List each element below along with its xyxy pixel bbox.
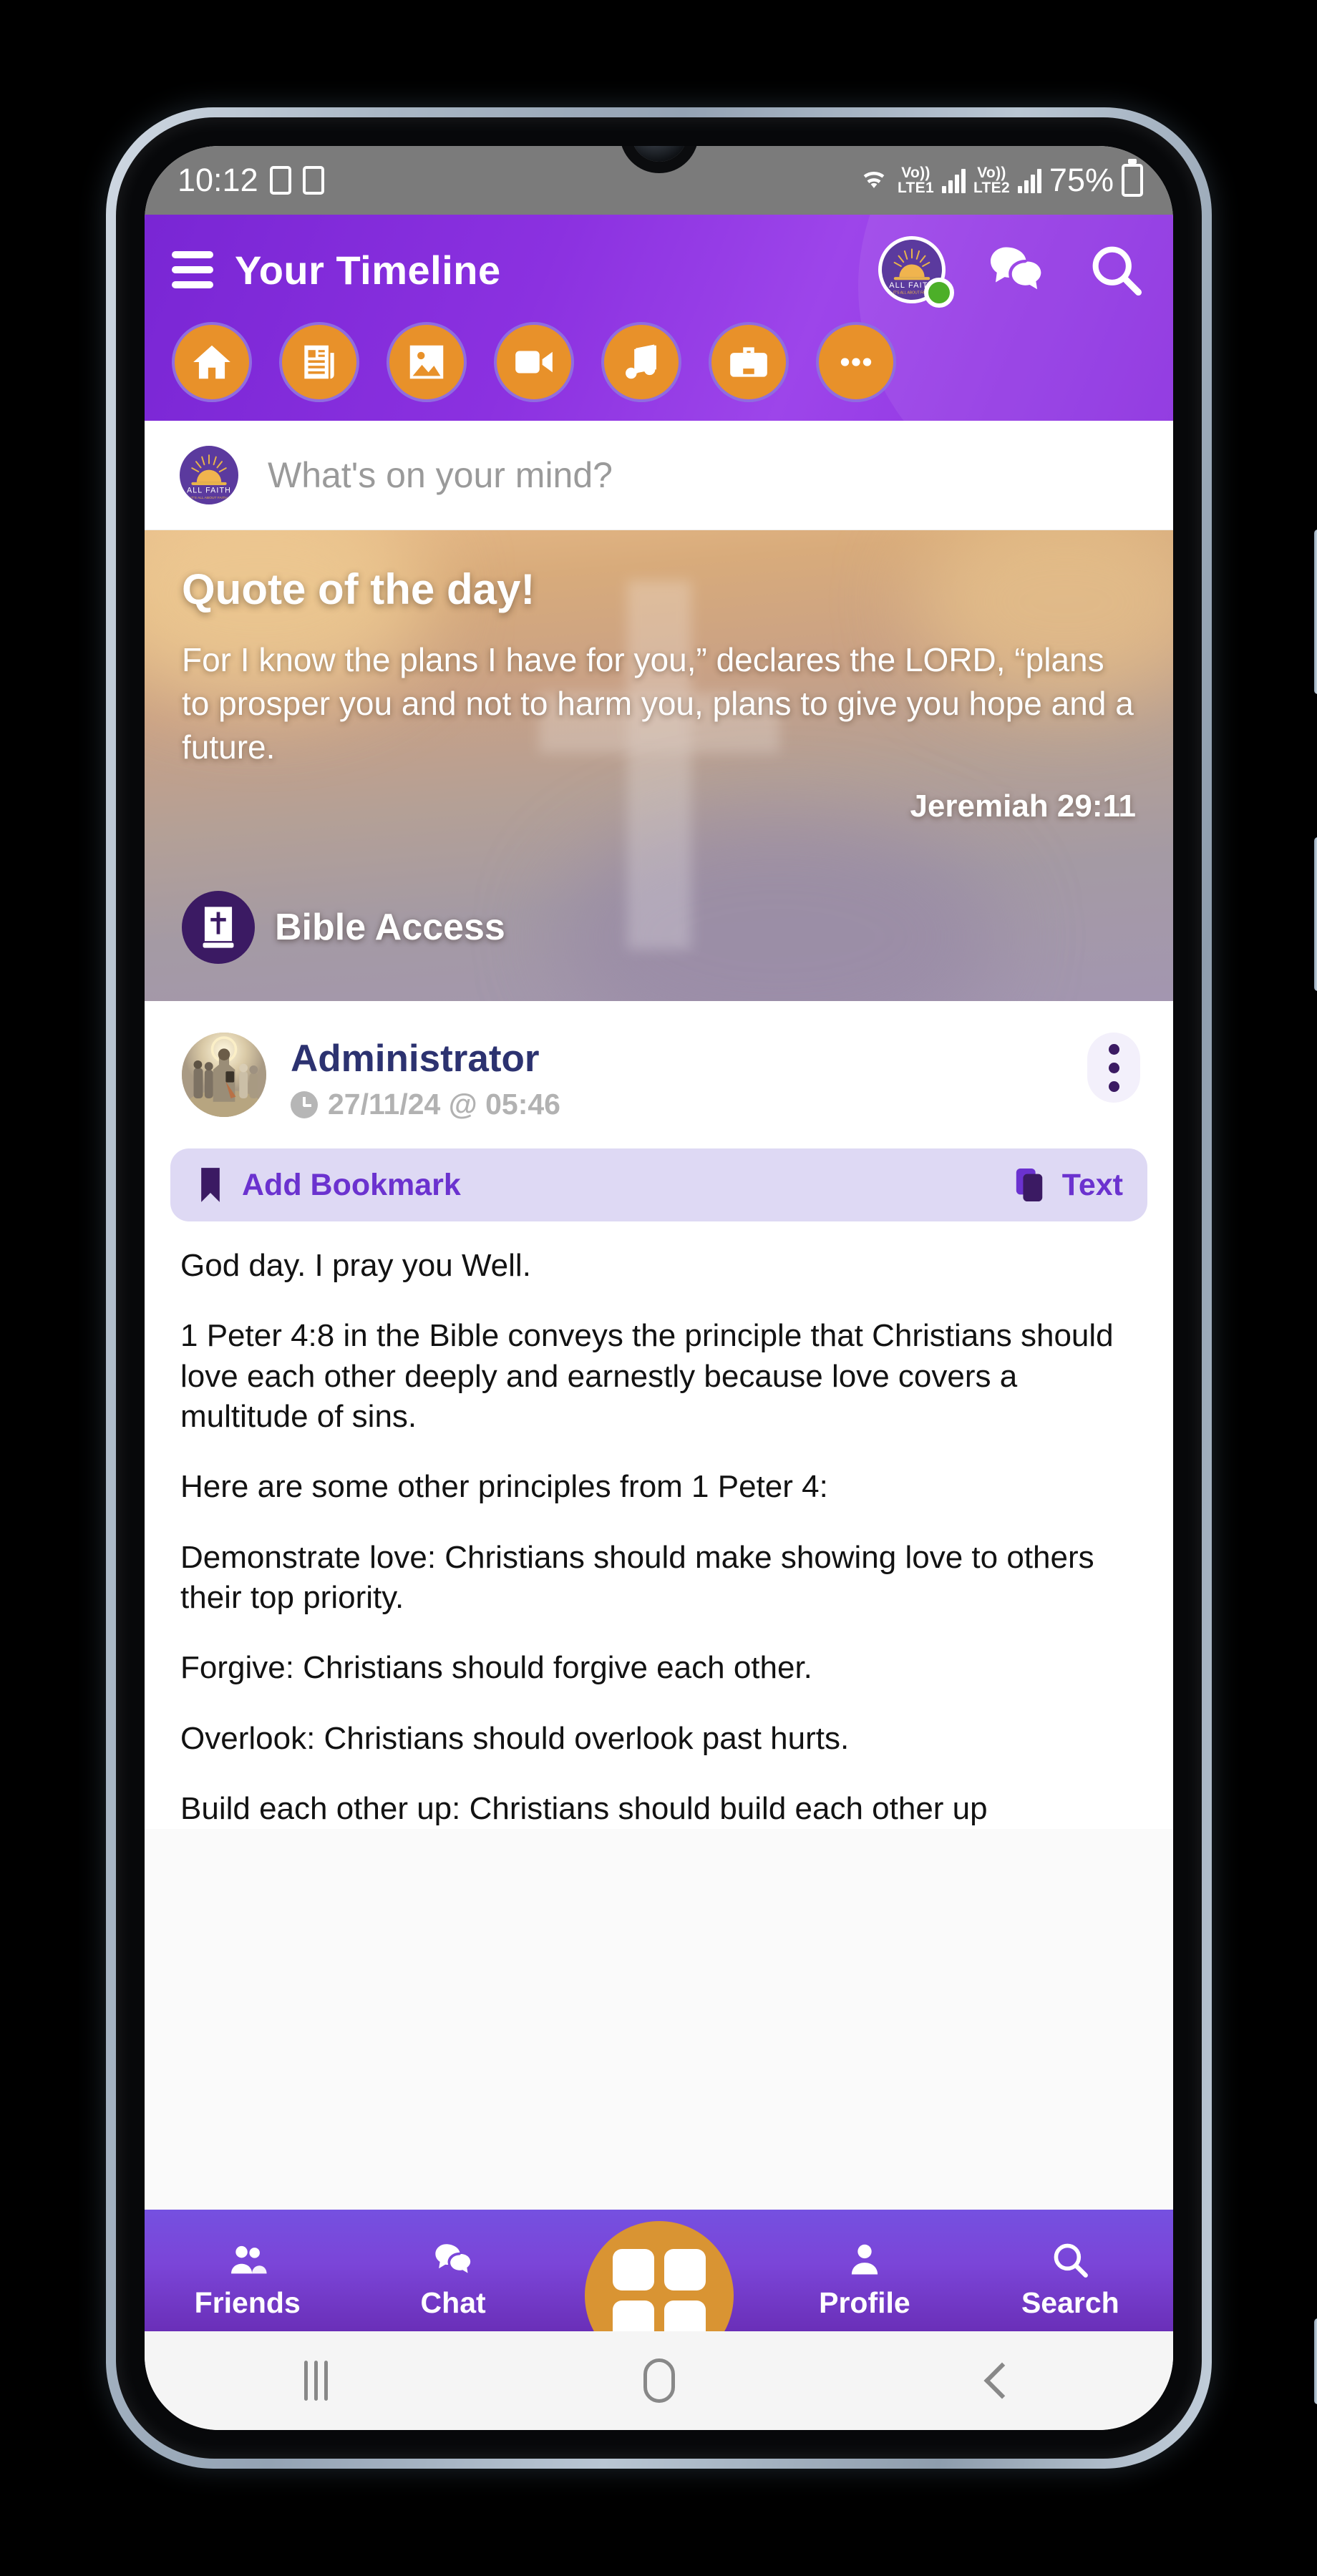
bookmark-icon xyxy=(201,1168,220,1202)
sim1-network-label: Vo)) LTE1 xyxy=(897,164,934,196)
phone-bezel: 10:12 Vo)) LTE1 Vo)) LTE2 75% Your Timel… xyxy=(116,117,1202,2459)
search-icon[interactable] xyxy=(1086,240,1146,300)
android-home-button[interactable] xyxy=(595,2331,724,2430)
post-meta: Administrator 27/11/24 @ 05:46 xyxy=(291,1033,560,1121)
chat-bubble-icon xyxy=(435,2244,471,2273)
post-body: God day. I pray you Well. 1 Peter 4:8 in… xyxy=(145,1221,1173,1829)
nav-label-search: Search xyxy=(1021,2286,1119,2319)
home-icon xyxy=(643,2358,675,2403)
shortcut-icon-row xyxy=(172,312,1146,421)
text-label: Text xyxy=(1061,1167,1123,1202)
add-bookmark-button[interactable]: Add Bookmark xyxy=(195,1166,461,1204)
shortcut-music-icon[interactable] xyxy=(601,322,681,402)
friends-icon xyxy=(230,2245,267,2274)
nav-item-profile[interactable]: Profile xyxy=(762,2239,967,2331)
shortcut-jobs-icon[interactable] xyxy=(709,322,789,402)
sim1-lte-label: LTE1 xyxy=(897,180,934,196)
post-paragraph: God day. I pray you Well. xyxy=(180,1248,531,1283)
status-bar-left: 10:12 xyxy=(178,162,324,199)
side-button[interactable] xyxy=(1314,2318,1317,2404)
sim1-volte-label: Vo)) xyxy=(901,164,930,181)
app-header: Your Timeline ALL FAITH IT'S ALL ABOUT F… xyxy=(145,215,1173,421)
header-top-row: Your Timeline ALL FAITH IT'S ALL ABOUT F… xyxy=(172,228,1146,312)
wifi-icon xyxy=(863,171,885,188)
sim-card-icon xyxy=(269,166,291,195)
android-back-button[interactable] xyxy=(938,2331,1066,2430)
copy-icon xyxy=(1016,1169,1043,1201)
quote-content: Quote of the day! For I know the plans I… xyxy=(145,530,1173,824)
composer-input[interactable]: What's on your mind? xyxy=(268,454,613,496)
online-status-badge xyxy=(924,278,954,308)
battery-percent: 75% xyxy=(1049,162,1114,198)
power-button[interactable] xyxy=(1314,837,1317,991)
add-bookmark-label: Add Bookmark xyxy=(242,1167,461,1202)
post-paragraph: Overlook: Christians should overlook pas… xyxy=(180,1720,850,1756)
copy-text-button[interactable]: Text xyxy=(1014,1167,1123,1203)
post-timestamp: 27/11/24 @ 05:46 xyxy=(328,1088,560,1121)
sim2-volte-label: Vo)) xyxy=(977,164,1006,181)
chat-bubble-icon[interactable] xyxy=(986,240,1046,300)
post-composer[interactable]: ALL FAITH IT'S ALL ABOUT FAITH What's on… xyxy=(145,421,1173,530)
post-paragraph: 1 Peter 4:8 in the Bible conveys the pri… xyxy=(180,1318,1114,1434)
post-author-name[interactable]: Administrator xyxy=(291,1037,560,1080)
post-paragraph: Build each other up: Christians should b… xyxy=(180,1790,988,1826)
post-action-bar: Add Bookmark Text xyxy=(170,1148,1147,1221)
composer-avatar: ALL FAITH IT'S ALL ABOUT FAITH xyxy=(176,442,242,508)
sim2-network-label: Vo)) LTE2 xyxy=(973,164,1010,196)
quote-of-the-day-card[interactable]: Quote of the day! For I know the plans I… xyxy=(145,530,1173,1001)
hamburger-menu-icon[interactable] xyxy=(172,251,213,288)
nav-item-search[interactable]: Search xyxy=(968,2239,1173,2331)
signal-sim1-icon xyxy=(941,167,966,193)
clock-icon xyxy=(291,1091,318,1118)
quote-text: For I know the plans I have for you,” de… xyxy=(182,641,1134,766)
grid-icon xyxy=(612,2249,706,2342)
status-bar-right: Vo)) LTE1 Vo)) LTE2 75% xyxy=(858,162,1143,199)
battery-icon xyxy=(1122,164,1143,197)
svg-text:ALL FAITH: ALL FAITH xyxy=(187,487,231,495)
header-avatar[interactable]: ALL FAITH IT'S ALL ABOUT FAITH xyxy=(878,236,954,308)
nav-label-friends: Friends xyxy=(194,2286,301,2319)
shortcut-more-icon[interactable] xyxy=(816,322,896,402)
bible-access-button[interactable]: Bible Access xyxy=(182,891,505,964)
android-recents-button[interactable] xyxy=(252,2331,381,2430)
dual-sim-icon xyxy=(302,166,324,195)
volume-button[interactable] xyxy=(1314,530,1317,694)
bible-book-icon xyxy=(182,891,255,964)
header-actions: ALL FAITH IT'S ALL ABOUT FAITH xyxy=(878,236,1146,308)
android-navigation-bar xyxy=(145,2331,1173,2430)
search-icon xyxy=(1054,2243,1089,2278)
status-bar: 10:12 Vo)) LTE1 Vo)) LTE2 75% xyxy=(145,146,1173,215)
bible-access-label: Bible Access xyxy=(275,907,505,948)
nav-label-chat: Chat xyxy=(420,2286,486,2319)
svg-text:IT'S ALL ABOUT FAITH: IT'S ALL ABOUT FAITH xyxy=(190,496,228,500)
shortcut-home-icon[interactable] xyxy=(172,322,252,402)
post-time-row: 27/11/24 @ 05:46 xyxy=(291,1088,560,1121)
back-icon xyxy=(983,2362,1020,2399)
signal-sim2-icon xyxy=(1017,167,1041,193)
post-paragraph: Demonstrate love: Christians should make… xyxy=(180,1539,1094,1615)
nav-item-friends[interactable]: Friends xyxy=(145,2239,350,2331)
phone-screen: 10:12 Vo)) LTE1 Vo)) LTE2 75% Your Timel… xyxy=(145,146,1173,2430)
recents-icon xyxy=(304,2361,328,2401)
page-title: Your Timeline xyxy=(235,247,501,293)
quote-reference: Jeremiah 29:11 xyxy=(910,788,1136,824)
shortcut-photos-icon[interactable] xyxy=(387,322,467,402)
post-paragraph: Forgive: Christians should forgive each … xyxy=(180,1650,812,1686)
phone-frame: 10:12 Vo)) LTE1 Vo)) LTE2 75% Your Timel… xyxy=(106,107,1317,2469)
person-icon xyxy=(851,2244,878,2275)
post-author-avatar[interactable] xyxy=(182,1033,266,1117)
post-header: Administrator 27/11/24 @ 05:46 xyxy=(145,1033,1173,1121)
status-time: 10:12 xyxy=(178,162,258,198)
shortcut-news-icon[interactable] xyxy=(279,322,359,402)
quote-title: Quote of the day! xyxy=(182,565,535,613)
nav-item-chat[interactable]: Chat xyxy=(350,2239,555,2331)
front-camera-icon xyxy=(631,146,687,162)
shortcut-video-icon[interactable] xyxy=(494,322,574,402)
sim2-lte-label: LTE2 xyxy=(973,180,1010,196)
feed-post: Administrator 27/11/24 @ 05:46 Add Bookm… xyxy=(145,1001,1173,1830)
nav-label-profile: Profile xyxy=(819,2286,910,2319)
three-dot-menu-icon[interactable] xyxy=(1087,1033,1140,1103)
post-paragraph: Here are some other principles from 1 Pe… xyxy=(180,1469,828,1505)
